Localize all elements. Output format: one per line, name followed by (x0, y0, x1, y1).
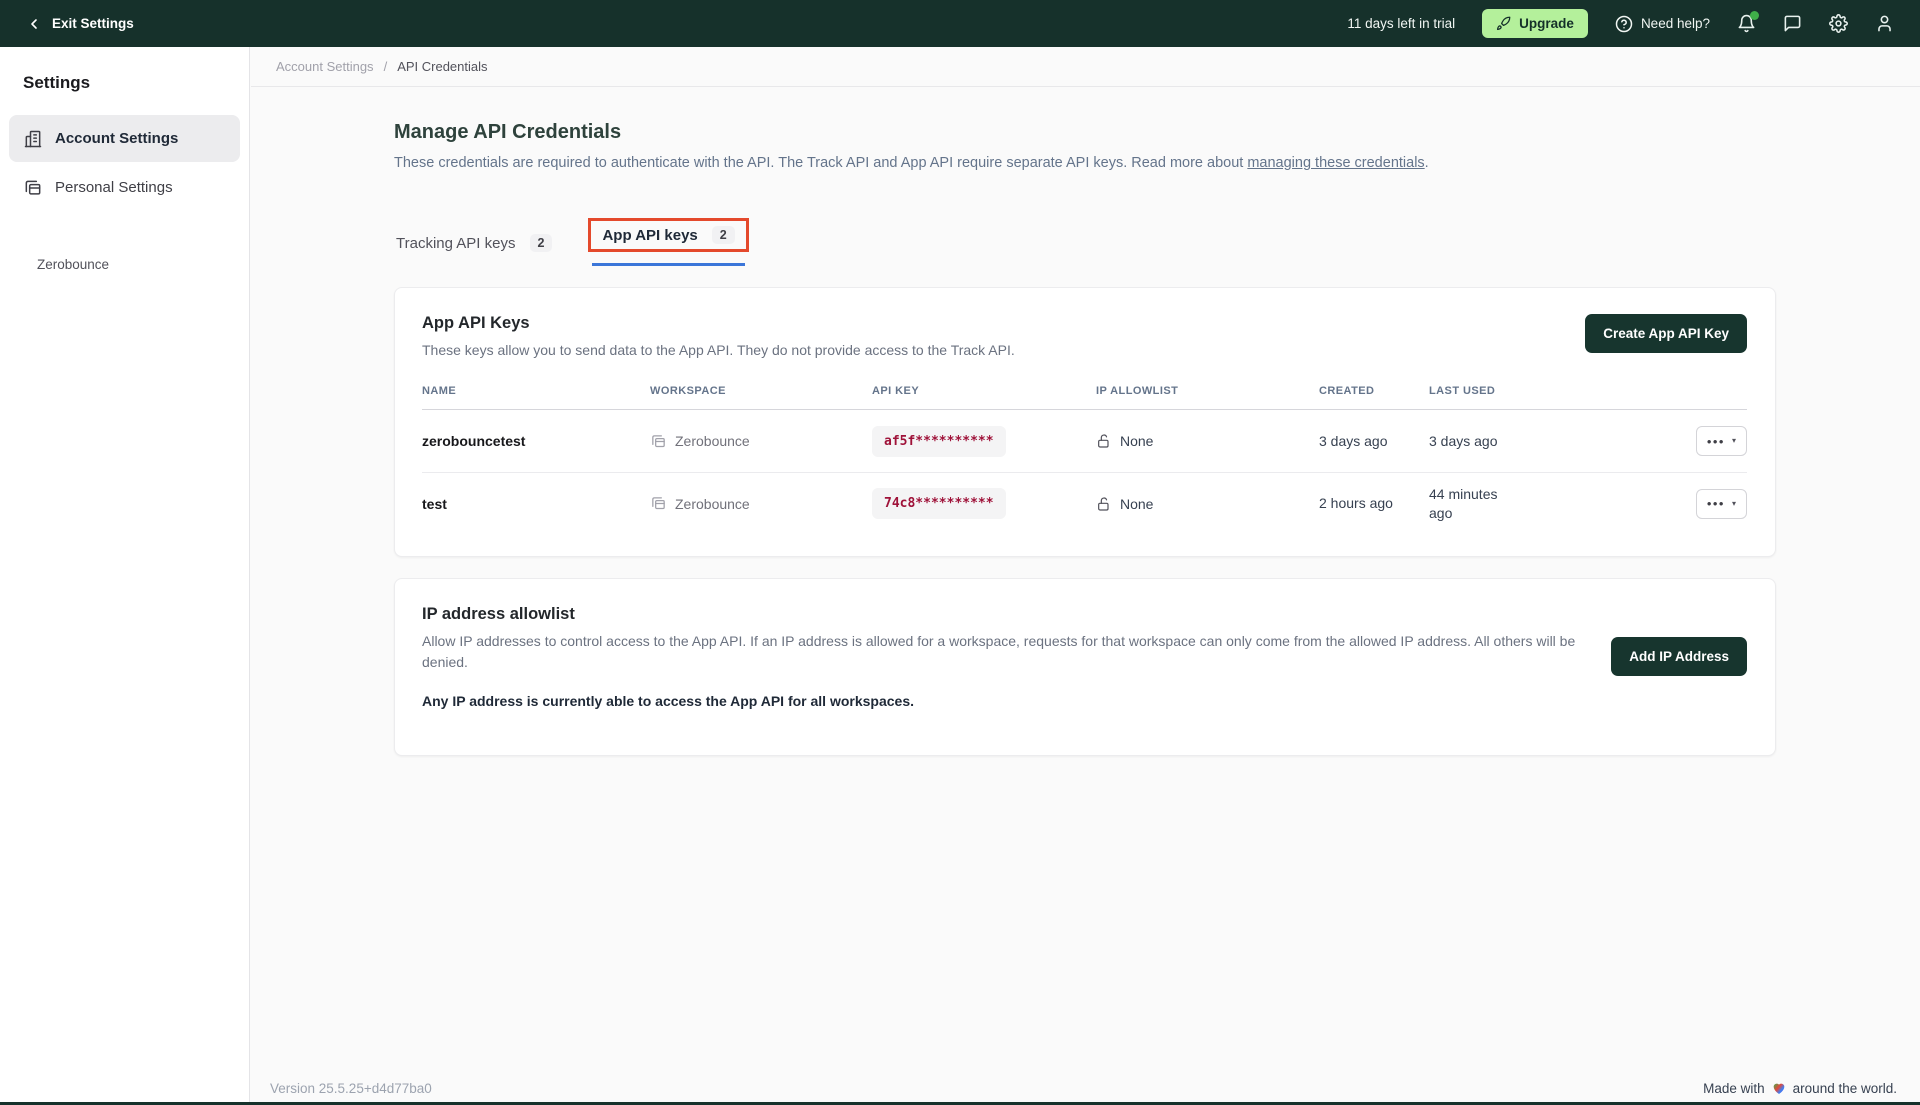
rainbow-heart-icon (1771, 1080, 1787, 1096)
column-header-created: CREATED (1319, 385, 1429, 397)
key-name: zerobouncetest (422, 433, 650, 449)
ip-allowlist-value: None (1120, 496, 1153, 512)
question-circle-icon (1615, 15, 1633, 33)
workspace-icon (650, 433, 667, 450)
tab-label: App API keys (602, 227, 697, 244)
sidebar: Settings Account Settings Personal Setti… (0, 47, 250, 1105)
trial-countdown: 11 days left in trial (1347, 16, 1455, 31)
created-value: 2 hours ago (1319, 494, 1429, 513)
column-header-workspace: WORKSPACE (650, 385, 872, 397)
key-name: test (422, 496, 650, 512)
workspace-section-label: Zerobounce (37, 257, 249, 272)
column-header-last-used: LAST USED (1429, 385, 1519, 397)
windows-icon (23, 178, 43, 198)
chevron-down-icon: ▾ (1732, 500, 1736, 508)
workspace-icon (650, 495, 667, 512)
sidebar-item-label: Personal Settings (55, 179, 173, 196)
created-value: 3 days ago (1319, 432, 1429, 451)
api-key-value[interactable]: 74c8********** (872, 488, 1006, 519)
chevron-left-icon (26, 16, 42, 32)
chat-button[interactable] (1783, 14, 1802, 33)
made-with-text: Made with (1703, 1081, 1765, 1096)
add-ip-address-button[interactable]: Add IP Address (1611, 637, 1747, 676)
workspace-name: Zerobounce (675, 433, 750, 449)
column-header-name: NAME (422, 385, 650, 397)
building-icon (23, 129, 43, 149)
chevron-down-icon: ▾ (1732, 437, 1736, 445)
ellipsis-icon: ••• (1707, 497, 1725, 510)
annotation-highlight: App API keys 2 (588, 218, 748, 252)
workspace-name: Zerobounce (675, 496, 750, 512)
ip-allowlist-status: Any IP address is currently able to acce… (422, 693, 1581, 733)
sidebar-item-label: Account Settings (55, 130, 178, 147)
page-description-text: These credentials are required to authen… (394, 155, 1247, 171)
gear-icon (1829, 14, 1848, 33)
topbar-actions: 11 days left in trial Upgrade Need help? (1347, 9, 1894, 38)
lock-open-icon (1096, 496, 1112, 512)
tab-tracking-api-keys[interactable]: Tracking API keys 2 (394, 225, 554, 266)
managing-credentials-link[interactable]: managing these credentials (1247, 155, 1424, 171)
api-keys-table: NAME WORKSPACE API KEY IP ALLOWLIST CREA… (422, 385, 1747, 534)
version-label: Version 25.5.25+d4d77ba0 (270, 1081, 432, 1096)
table-row: zerobouncetest Zerobounce af5f**********… (422, 410, 1747, 472)
last-used-value: 44 minutes ago (1429, 485, 1519, 523)
exit-settings-button[interactable]: Exit Settings (26, 16, 134, 32)
lock-open-icon (1096, 433, 1112, 449)
help-label: Need help? (1641, 16, 1710, 31)
sidebar-title: Settings (23, 73, 249, 93)
page-description-period: . (1425, 155, 1429, 171)
ip-allowlist-value: None (1120, 433, 1153, 449)
notification-dot (1750, 11, 1759, 20)
tabs: Tracking API keys 2 App API keys 2 (394, 209, 1776, 266)
tab-count-badge: 2 (530, 234, 553, 252)
create-app-api-key-button[interactable]: Create App API Key (1585, 314, 1747, 353)
breadcrumb-item-account-settings[interactable]: Account Settings (276, 59, 374, 74)
tab-count-badge: 2 (712, 226, 735, 244)
sidebar-item-account-settings[interactable]: Account Settings (9, 115, 240, 162)
ellipsis-icon: ••• (1707, 435, 1725, 448)
column-header-ip-allowlist: IP ALLOWLIST (1096, 385, 1319, 397)
page-title: Manage API Credentials (394, 121, 1776, 144)
topbar: Exit Settings 11 days left in trial Upgr… (0, 0, 1920, 47)
card-title: IP address allowlist (422, 605, 1581, 624)
notifications-button[interactable] (1737, 14, 1756, 33)
sidebar-item-personal-settings[interactable]: Personal Settings (9, 164, 240, 211)
card-title: App API Keys (422, 314, 1015, 333)
column-header-api-key: API KEY (872, 385, 1096, 397)
profile-button[interactable] (1875, 14, 1894, 33)
settings-gear-button[interactable] (1829, 14, 1848, 33)
breadcrumb: Account Settings / API Credentials (251, 47, 1920, 87)
person-icon (1875, 14, 1894, 33)
row-actions-button[interactable]: ••• ▾ (1696, 426, 1747, 456)
rocket-icon (1496, 16, 1511, 31)
card-description: Allow IP addresses to control access to … (422, 631, 1581, 673)
main-content: Account Settings / API Credentials Manag… (251, 0, 1920, 1105)
made-with-label: Made with around the world. (1703, 1080, 1897, 1096)
chat-bubble-icon (1783, 14, 1802, 33)
tab-app-api-keys[interactable]: App API keys 2 (592, 209, 744, 266)
app-api-keys-card: App API Keys These keys allow you to sen… (394, 287, 1776, 557)
tab-label: Tracking API keys (396, 235, 516, 252)
around-world-text: around the world. (1793, 1081, 1897, 1096)
footer: Version 25.5.25+d4d77ba0 Made with aroun… (251, 1080, 1920, 1096)
ip-allowlist-card: IP address allowlist Allow IP addresses … (394, 578, 1776, 756)
upgrade-label: Upgrade (1519, 16, 1574, 31)
help-button[interactable]: Need help? (1615, 15, 1710, 33)
row-actions-button[interactable]: ••• ▾ (1696, 489, 1747, 519)
breadcrumb-separator: / (384, 59, 388, 74)
table-header-row: NAME WORKSPACE API KEY IP ALLOWLIST CREA… (422, 385, 1747, 410)
breadcrumb-item-api-credentials: API Credentials (397, 59, 487, 74)
card-description: These keys allow you to send data to the… (422, 340, 1015, 361)
table-row: test Zerobounce 74c8********** None (422, 472, 1747, 534)
exit-settings-label: Exit Settings (52, 16, 134, 31)
last-used-value: 3 days ago (1429, 432, 1519, 451)
page-description: These credentials are required to authen… (394, 155, 1776, 171)
api-key-value[interactable]: af5f********** (872, 426, 1006, 457)
upgrade-button[interactable]: Upgrade (1482, 9, 1588, 38)
